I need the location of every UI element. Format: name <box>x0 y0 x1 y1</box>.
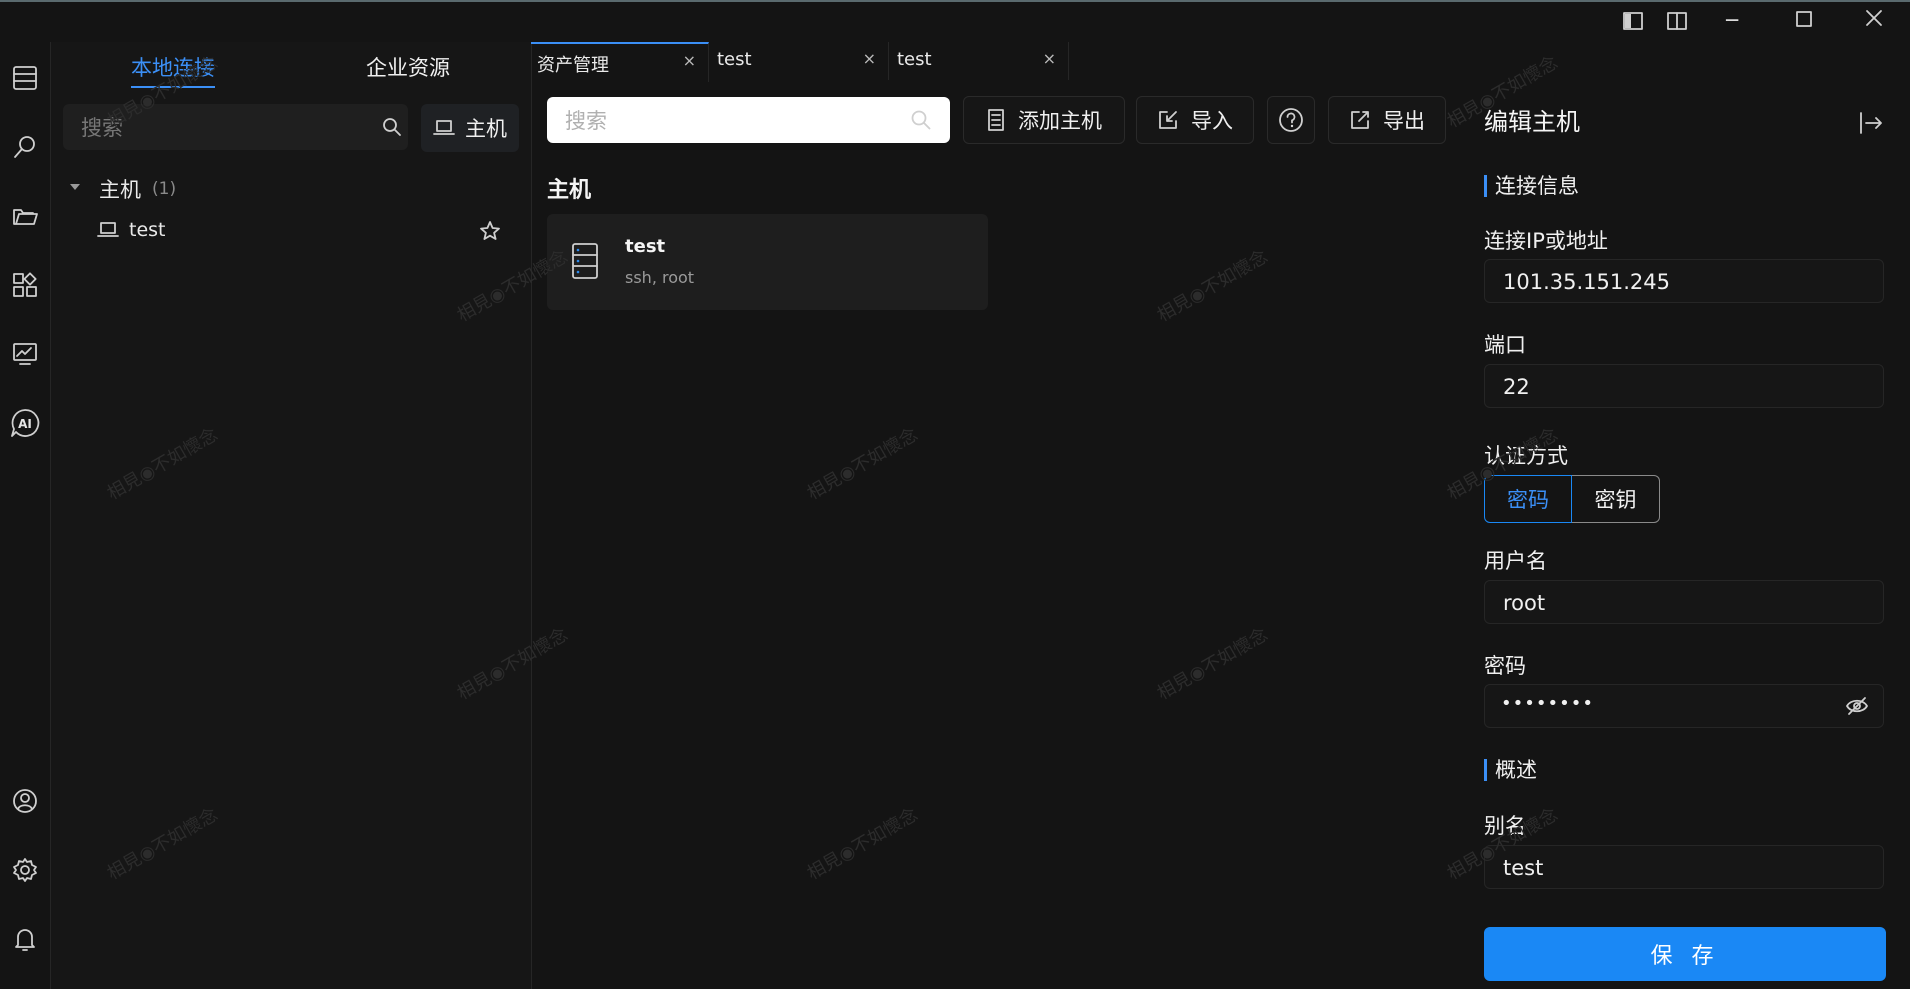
title-bar: ─ <box>0 0 1910 42</box>
ai-label: AI <box>18 417 32 431</box>
server-icon <box>571 242 599 280</box>
bell-icon[interactable] <box>4 918 46 960</box>
tab-asset-management[interactable]: 资产管理 × <box>531 42 709 82</box>
port-field <box>1484 364 1884 409</box>
main-search-input[interactable] <box>563 97 907 145</box>
sidebar-left-icon[interactable] <box>1622 10 1644 32</box>
export-button[interactable]: 导出 <box>1328 96 1446 144</box>
user-icon[interactable] <box>4 780 46 822</box>
username-label: 用户名 <box>1484 549 1547 573</box>
password-field: •••••••• <box>1484 684 1884 728</box>
tab-test-2[interactable]: test × <box>891 42 1069 80</box>
search-icon[interactable] <box>910 109 932 131</box>
tree-group-label: 主机 <box>99 178 141 202</box>
ip-field <box>1484 259 1884 304</box>
edit-host-panel: 编辑主机 连接信息 连接IP或地址 端口 认证方式 密码 密钥 用户名 密码 •… <box>1470 82 1910 989</box>
laptop-icon <box>97 220 119 240</box>
section-connection-info: 连接信息 <box>1484 175 1579 197</box>
monitor-icon[interactable] <box>4 333 46 375</box>
ip-label: 连接IP或地址 <box>1484 229 1608 253</box>
hosts-list-icon[interactable] <box>4 57 46 99</box>
auth-method-label: 认证方式 <box>1484 444 1568 468</box>
alias-field <box>1484 845 1884 890</box>
export-label: 导出 <box>1383 109 1425 133</box>
split-view-icon[interactable] <box>1666 10 1688 32</box>
tab-label: test <box>897 49 932 70</box>
watermark-text: 相見◉不如懷念 <box>803 424 922 505</box>
auth-password-option[interactable]: 密码 <box>1484 475 1572 523</box>
tab-label: test <box>717 49 752 70</box>
watermark-text: 相見◉不如懷念 <box>1153 624 1272 705</box>
watermark-text: 相見◉不如懷念 <box>1153 246 1272 327</box>
gear-icon[interactable] <box>4 849 46 891</box>
tab-label: 资产管理 <box>537 55 609 76</box>
server-icon <box>986 108 1006 132</box>
star-icon[interactable] <box>479 220 501 242</box>
auth-key-option[interactable]: 密钥 <box>1572 475 1660 523</box>
import-button[interactable]: 导入 <box>1136 96 1254 144</box>
icon-rail: AI <box>0 42 51 989</box>
tree-item[interactable]: test <box>51 214 531 250</box>
ip-input[interactable] <box>1501 260 1825 304</box>
section-overview: 概述 <box>1484 759 1537 781</box>
host-name: test <box>625 236 666 257</box>
panel-title: 编辑主机 <box>1484 108 1580 136</box>
add-host-button[interactable]: 添加主机 <box>963 96 1125 144</box>
search-icon[interactable] <box>4 126 46 168</box>
help-button[interactable] <box>1267 96 1315 144</box>
close-icon[interactable]: × <box>863 49 876 68</box>
host-detail: ssh, root <box>625 268 695 287</box>
tree-group-hosts[interactable]: 主机 (1) <box>51 170 531 206</box>
password-input[interactable]: •••••••• <box>1501 693 1594 714</box>
import-icon <box>1157 109 1179 131</box>
maximize-button[interactable] <box>1795 10 1813 28</box>
tree-group-count: (1) <box>152 179 177 199</box>
save-button[interactable]: 保 存 <box>1484 927 1886 981</box>
hosts-section-title: 主机 <box>547 178 592 203</box>
password-label: 密码 <box>1484 654 1526 678</box>
close-icon[interactable]: × <box>1043 49 1056 68</box>
minimize-button[interactable]: ─ <box>1726 8 1738 32</box>
export-icon <box>1349 109 1371 131</box>
close-icon[interactable]: × <box>683 51 696 70</box>
host-filter-label: 主机 <box>465 117 507 141</box>
caret-down-icon[interactable] <box>69 182 81 192</box>
sidebar: 本地连接 企业资源 主机 主机 (1) test <box>51 42 532 989</box>
search-icon[interactable] <box>381 116 403 138</box>
collapse-panel-icon[interactable] <box>1858 110 1884 136</box>
host-filter-button[interactable]: 主机 <box>421 104 519 152</box>
close-button[interactable] <box>1864 8 1884 28</box>
watermark-text: 相見◉不如懷念 <box>803 804 922 885</box>
tab-enterprise-resources[interactable]: 企业资源 <box>366 52 450 82</box>
sidebar-search-input[interactable] <box>79 104 363 152</box>
tree-item-label: test <box>129 219 166 241</box>
main-search <box>547 97 950 145</box>
tab-local-connections[interactable]: 本地连接 <box>131 52 215 88</box>
tab-bar: 资产管理 × test × test × <box>531 42 1910 82</box>
eye-off-icon[interactable] <box>1845 695 1869 717</box>
ai-chat-icon[interactable]: AI <box>4 402 46 444</box>
alias-label: 别名 <box>1484 814 1526 838</box>
help-icon <box>1278 107 1304 133</box>
host-card[interactable]: test ssh, root <box>547 214 988 310</box>
tab-test-1[interactable]: test × <box>711 42 889 80</box>
laptop-icon <box>433 118 455 138</box>
username-field <box>1484 580 1884 625</box>
apps-icon[interactable] <box>4 264 46 306</box>
port-input[interactable] <box>1501 365 1825 409</box>
add-host-label: 添加主机 <box>1018 109 1102 133</box>
alias-input[interactable] <box>1501 846 1825 890</box>
sidebar-search <box>63 104 408 152</box>
username-input[interactable] <box>1501 581 1825 625</box>
folder-icon[interactable] <box>4 195 46 237</box>
port-label: 端口 <box>1484 333 1526 357</box>
import-label: 导入 <box>1191 109 1233 133</box>
